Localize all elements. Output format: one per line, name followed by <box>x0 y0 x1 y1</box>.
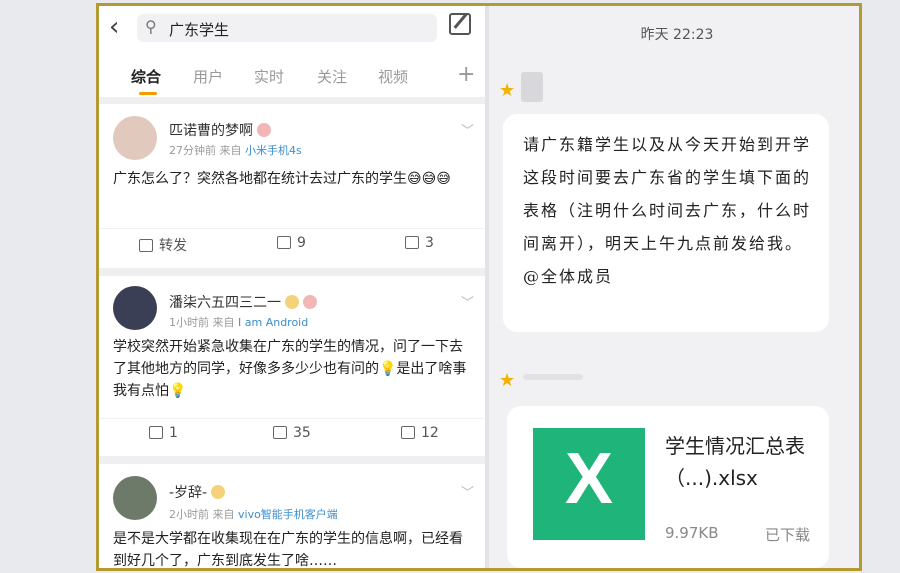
post-meta: 27分钟前 来自 小米手机4s <box>169 144 302 157</box>
add-tab-icon[interactable]: + <box>457 62 475 87</box>
comment-button[interactable]: 9 <box>277 235 306 251</box>
repost-button[interactable]: 1 <box>149 425 178 441</box>
star-icon: ★ <box>499 370 516 391</box>
comment-icon <box>277 236 291 249</box>
search-input[interactable]: ⚲ 广东学生 <box>137 14 437 42</box>
repost-icon <box>139 239 153 252</box>
search-query: 广东学生 <box>169 21 230 39</box>
member-badge-icon <box>303 295 317 309</box>
screenshot-frame: ‹ ⚲ 广东学生 综合 用户 实时 关注 视频 + 匹诺曹的梦啊 27分钟前 来… <box>96 3 862 571</box>
post-item[interactable]: 潘柒六五四三二一 1小时前 来自 I am Android ﹀ 学校突然开始紧急… <box>99 276 485 456</box>
post-username[interactable]: 潘柒六五四三二一 <box>169 292 317 312</box>
avatar[interactable] <box>113 116 157 160</box>
download-status: 已下载 <box>765 526 811 544</box>
back-icon[interactable]: ‹ <box>109 12 119 42</box>
avatar[interactable] <box>113 476 157 520</box>
excel-file-icon: X <box>533 428 645 540</box>
post-meta: 1小时前 来自 I am Android <box>169 316 309 329</box>
member-badge-icon <box>257 123 271 137</box>
like-button[interactable]: 3 <box>405 235 434 251</box>
chat-timestamp: 昨天 22:23 <box>640 27 714 43</box>
weibo-search-panel: ‹ ⚲ 广东学生 综合 用户 实时 关注 视频 + 匹诺曹的梦啊 27分钟前 来… <box>99 6 485 568</box>
blurred-avatar <box>521 72 543 102</box>
post-item[interactable]: 匹诺曹的梦啊 27分钟前 来自 小米手机4s ﹀ 广东怎么了？突然各地都在统计去… <box>99 104 485 268</box>
tab-videos[interactable]: 视频 <box>378 66 408 87</box>
tab-following[interactable]: 关注 <box>317 66 347 87</box>
chevron-down-icon[interactable]: ﹀ <box>461 120 474 139</box>
post-text: 广东怎么了？突然各地都在统计去过广东的学生😅😅😅 <box>113 171 451 187</box>
active-tab-indicator <box>139 92 157 95</box>
like-button[interactable]: 12 <box>401 425 439 441</box>
tab-users[interactable]: 用户 <box>193 66 223 87</box>
compose-icon[interactable] <box>449 13 471 35</box>
tab-bar: 综合 用户 实时 关注 视频 + <box>99 50 485 98</box>
search-icon: ⚲ <box>145 17 157 36</box>
file-name: 学生情况汇总表（...).xlsx <box>665 434 805 490</box>
post-username[interactable]: -岁辞- <box>169 482 226 502</box>
repost-button[interactable]: 转发 <box>139 235 187 255</box>
emoji-badge-icon <box>211 485 226 499</box>
repost-icon <box>149 426 163 439</box>
vip-badge-icon <box>285 295 299 309</box>
file-size: 9.97KB <box>665 524 719 542</box>
post-actions: 1 35 12 <box>99 418 485 448</box>
search-bar: ‹ ⚲ 广东学生 <box>99 6 485 50</box>
chevron-down-icon[interactable]: ﹀ <box>461 292 474 311</box>
avatar[interactable] <box>113 286 157 330</box>
tab-realtime[interactable]: 实时 <box>254 66 284 87</box>
thumbs-up-icon <box>405 236 419 249</box>
comment-icon <box>273 426 287 439</box>
post-actions: 转发 9 3 <box>99 228 485 258</box>
post-text: 是不是大学都在收集现在在广东的学生的信息啊，已经看到好几个了，广东到底发生了啥…… <box>113 531 463 568</box>
post-username[interactable]: 匹诺曹的梦啊 <box>169 120 271 140</box>
chat-panel: 昨天 22:23 ★ 请广东籍学生以及从今天开始到开学这段时间要去广东省的学生填… <box>485 6 859 568</box>
post-item[interactable]: -岁辞- 2小时前 来自 vivo智能手机客户端 ﹀ 是不是大学都在收集现在在广… <box>99 464 485 568</box>
chevron-down-icon[interactable]: ﹀ <box>461 482 474 501</box>
comment-button[interactable]: 35 <box>273 425 311 441</box>
star-icon: ★ <box>499 80 516 101</box>
file-message[interactable]: X 学生情况汇总表（...).xlsx 9.97KB 已下载 <box>507 406 829 568</box>
thumbs-up-icon <box>401 426 415 439</box>
message-text: 请广东籍学生以及从今天开始到开学这段时间要去广东省的学生填下面的表格（注明什么时… <box>523 135 812 286</box>
post-text: 学校突然开始紧急收集在广东的学生的情况，问了一下去了其他地方的同学，好像多多少少… <box>113 339 467 399</box>
post-meta: 2小时前 来自 vivo智能手机客户端 <box>169 508 338 521</box>
tab-comprehensive[interactable]: 综合 <box>131 66 161 87</box>
blurred-sender <box>523 374 583 380</box>
message-bubble[interactable]: 请广东籍学生以及从今天开始到开学这段时间要去广东省的学生填下面的表格（注明什么时… <box>503 114 829 332</box>
